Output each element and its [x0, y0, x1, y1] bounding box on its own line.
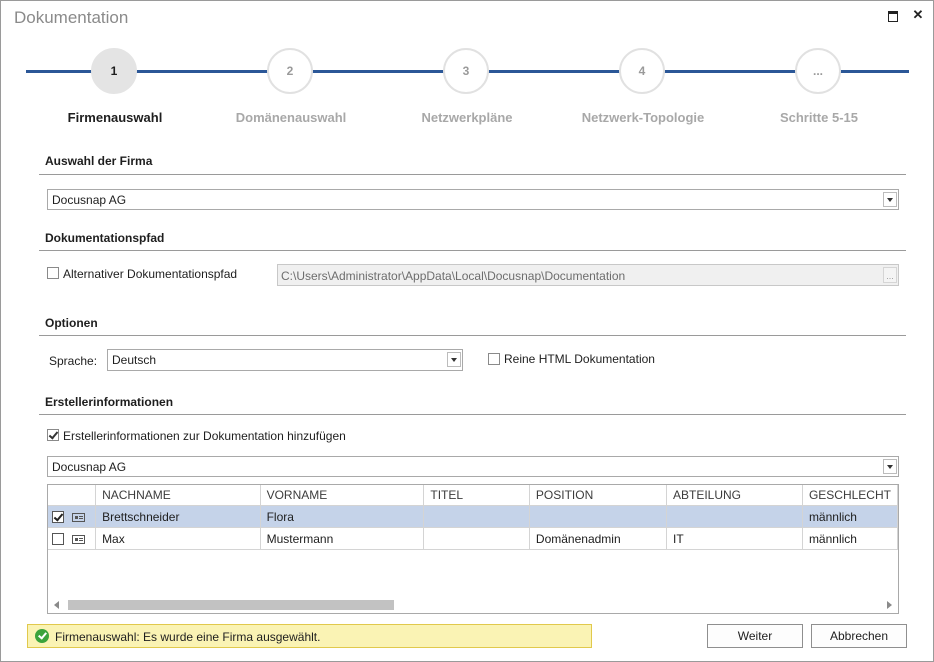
company-select-value: Docusnap AG — [52, 193, 127, 207]
grid-header-row: NACHNAME VORNAME TITEL POSITION ABTEILUN… — [48, 485, 898, 506]
table-cell: Domänenadmin — [529, 527, 668, 550]
step-3-circle[interactable]: 3 — [443, 48, 489, 94]
creator-section-heading: Erstellerinformationen — [45, 395, 174, 409]
step-4-label: Netzwerk-Topologie — [581, 110, 705, 125]
close-icon: ✕ — [912, 7, 924, 22]
column-header[interactable]: POSITION — [529, 485, 668, 506]
status-text: Firmenauswahl: Es wurde eine Firma ausge… — [55, 630, 321, 644]
company-select[interactable]: Docusnap AG — [47, 189, 899, 210]
row-checkbox[interactable] — [52, 511, 64, 524]
table-cell: Max — [95, 527, 261, 550]
step-3-label: Netzwerkpläne — [421, 110, 513, 125]
column-header[interactable]: NACHNAME — [95, 485, 261, 506]
creator-grid: NACHNAME VORNAME TITEL POSITION ABTEILUN… — [47, 484, 899, 614]
table-cell: männlich — [802, 505, 898, 528]
section-divider — [39, 174, 906, 175]
cancel-button[interactable]: Abbrechen — [811, 624, 907, 648]
maximize-icon — [888, 11, 898, 22]
step-more-label: Schritte 5-15 — [779, 110, 859, 125]
creator-company-select[interactable]: Docusnap AG — [47, 456, 899, 477]
table-cell: männlich — [802, 527, 898, 550]
grid-select-header — [48, 485, 97, 506]
html-only-label[interactable]: Reine HTML Dokumentation — [504, 352, 655, 366]
close-button[interactable]: ✕ — [910, 7, 926, 23]
section-divider — [39, 250, 906, 251]
path-section-heading: Dokumentationspfad — [45, 231, 165, 245]
table-cell: Brettschneider — [95, 505, 261, 528]
step-1-label: Firmenauswahl — [67, 110, 163, 125]
dropdown-arrow-icon[interactable] — [883, 459, 897, 474]
scroll-left-icon[interactable] — [54, 601, 59, 609]
browse-button: ... — [883, 267, 897, 283]
row-checkbox[interactable] — [52, 533, 64, 546]
alt-path-label[interactable]: Alternativer Dokumentationspfad — [63, 267, 237, 281]
step-2-label: Domänenauswahl — [235, 110, 347, 125]
creator-company-value: Docusnap AG — [52, 460, 127, 474]
contact-card-icon — [72, 534, 86, 544]
section-divider — [39, 335, 906, 336]
step-more-circle[interactable]: ... — [795, 48, 841, 94]
column-header[interactable]: GESCHLECHT — [802, 485, 898, 506]
maximize-button[interactable] — [885, 7, 901, 23]
alt-path-checkbox[interactable] — [47, 267, 59, 279]
table-cell — [529, 505, 668, 528]
scroll-right-icon[interactable] — [887, 601, 892, 609]
add-creator-info-label[interactable]: Erstellerinformationen zur Dokumentation… — [63, 429, 346, 443]
status-message: Firmenauswahl: Es wurde eine Firma ausge… — [27, 624, 592, 648]
documentation-path-field: C:\Users\Administrator\AppData\Local\Doc… — [277, 264, 899, 286]
table-cell: Flora — [260, 505, 425, 528]
contact-card-icon — [72, 512, 86, 522]
step-1-circle[interactable]: 1 — [91, 48, 137, 94]
section-divider — [39, 414, 906, 415]
dialog-window: Dokumentation ✕ 1 2 3 4 ... Firmenauswah… — [0, 0, 934, 662]
next-button[interactable]: Weiter — [707, 624, 803, 648]
table-cell — [666, 505, 803, 528]
table-cell — [423, 505, 530, 528]
step-4-circle[interactable]: 4 — [619, 48, 665, 94]
row-select-cell — [48, 505, 97, 528]
column-header[interactable]: TITEL — [423, 485, 530, 506]
documentation-path-value: C:\Users\Administrator\AppData\Local\Doc… — [281, 269, 626, 283]
language-label: Sprache: — [49, 354, 98, 368]
step-2-circle[interactable]: 2 — [267, 48, 313, 94]
window-title: Dokumentation — [14, 8, 129, 27]
column-header[interactable]: VORNAME — [260, 485, 425, 506]
options-section-heading: Optionen — [45, 316, 98, 330]
column-header[interactable]: ABTEILUNG — [666, 485, 803, 506]
dropdown-arrow-icon[interactable] — [883, 192, 897, 207]
table-cell — [423, 527, 530, 550]
dropdown-arrow-icon[interactable] — [447, 352, 461, 367]
table-cell: IT — [666, 527, 803, 550]
row-select-cell — [48, 527, 97, 550]
horizontal-scrollbar[interactable] — [49, 597, 897, 612]
scrollbar-thumb[interactable] — [68, 600, 394, 610]
table-row[interactable]: Brettschneider Flora männlich — [48, 505, 898, 528]
table-row[interactable]: Max Mustermann Domänenadmin IT männlich — [48, 527, 898, 550]
language-select-value: Deutsch — [112, 353, 157, 367]
language-select[interactable]: Deutsch — [107, 349, 463, 371]
add-creator-info-checkbox[interactable] — [47, 429, 59, 441]
success-check-icon — [35, 629, 49, 643]
html-only-checkbox[interactable] — [488, 353, 500, 365]
table-cell: Mustermann — [260, 527, 425, 550]
company-section-heading: Auswahl der Firma — [45, 154, 153, 168]
